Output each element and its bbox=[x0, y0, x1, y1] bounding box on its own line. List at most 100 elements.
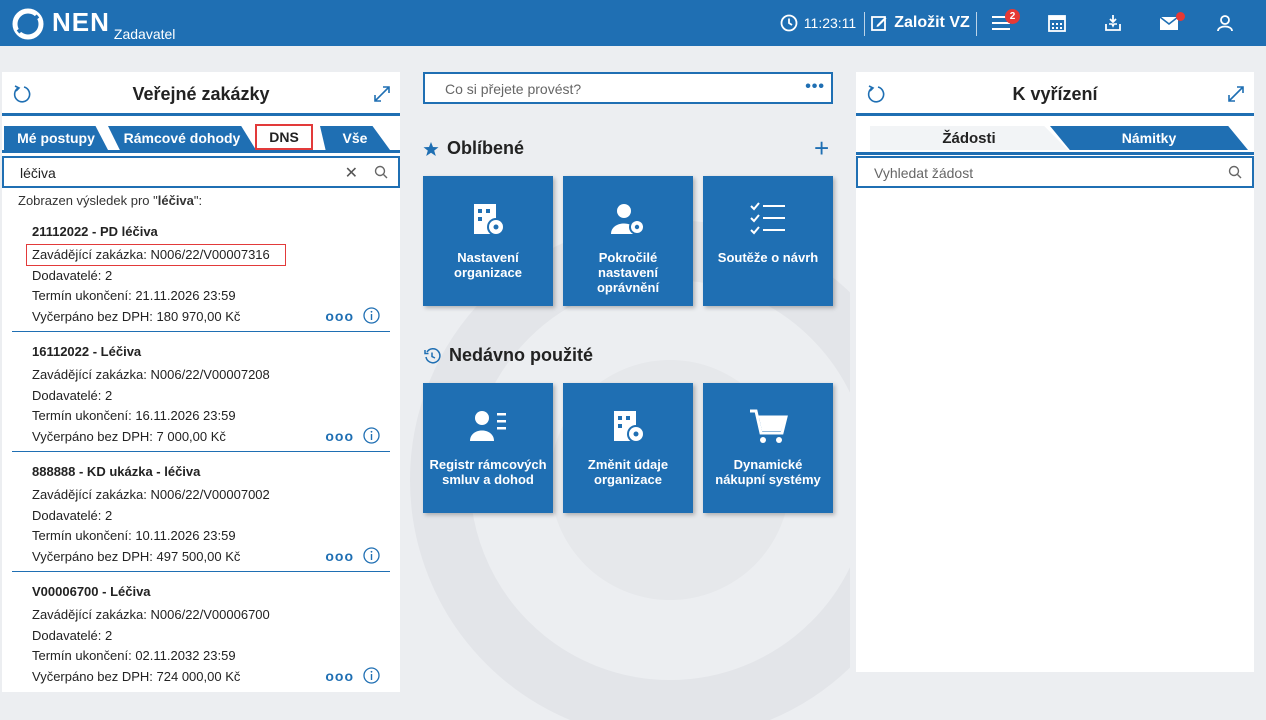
user-list-icon bbox=[470, 411, 506, 441]
recent-heading: Nedávno použité bbox=[423, 345, 593, 366]
star-icon bbox=[423, 141, 439, 156]
user-icon bbox=[1217, 15, 1233, 32]
to-do-panel: K vyřízení Námitky Žádosti Vyhledat žádo… bbox=[856, 72, 1254, 672]
item-spent: Vyčerpáno bez DPH: 7 000,00 Kč bbox=[32, 429, 226, 444]
search-result-term: léčiva bbox=[157, 193, 194, 208]
item-suppliers: Dodavatelé: 2 bbox=[32, 388, 113, 403]
create-vz-button[interactable]: Založit VZ bbox=[868, 0, 972, 46]
user-button[interactable] bbox=[1197, 0, 1253, 46]
logo-text: NEN bbox=[52, 7, 110, 37]
checklist-icon bbox=[750, 202, 785, 235]
more-options-icon[interactable]: ••• bbox=[805, 78, 825, 96]
tile-label: Změnit údaje organizace bbox=[587, 457, 669, 487]
tile-label: Nastavení organizace bbox=[454, 250, 522, 280]
tile-label: Soutěže o návrh bbox=[717, 250, 819, 265]
tab-all[interactable]: Vše bbox=[320, 126, 390, 150]
list-item[interactable]: 21112022 - PD léčiva Zavádějící zakázka:… bbox=[12, 212, 390, 332]
toolbar-divider bbox=[864, 12, 865, 36]
cart-icon bbox=[750, 409, 788, 443]
info-icon[interactable] bbox=[363, 547, 380, 564]
more-options-icon[interactable]: ooo bbox=[325, 428, 354, 444]
search-value: léčiva bbox=[20, 165, 56, 181]
item-end-date: Termín ukončení: 16.11.2026 23:59 bbox=[32, 408, 236, 423]
clear-icon[interactable]: ✕ bbox=[345, 163, 358, 183]
list-item[interactable]: 888888 - KD ukázka - léčiva Zavádějící z… bbox=[12, 452, 390, 572]
list-item[interactable]: 16112022 - Léčiva Zavádějící zakázka: N0… bbox=[12, 332, 390, 452]
tile-advanced-permissions[interactable]: Pokročilé nastavení oprávnění bbox=[563, 176, 693, 306]
public-contracts-panel: Veřejné zakázky Mé postupy Rámcové dohod… bbox=[2, 72, 400, 692]
contract-search-input[interactable]: léčiva ✕ bbox=[2, 156, 400, 188]
info-icon[interactable] bbox=[363, 427, 380, 444]
top-bar: NEN Zadavatel 11:23:11 Založit VZ 2 bbox=[0, 0, 1266, 46]
item-suppliers: Dodavatelé: 2 bbox=[32, 508, 113, 523]
request-search-input[interactable]: Vyhledat žádost bbox=[856, 156, 1254, 188]
list-item[interactable]: V00006700 - Léčiva Zavádějící zakázka: N… bbox=[12, 572, 390, 692]
panel-header: K vyřízení bbox=[856, 72, 1254, 116]
clock-icon bbox=[780, 14, 798, 32]
tile-framework-registry[interactable]: Registr rámcových smluv a dohod bbox=[423, 383, 553, 513]
item-end-date: Termín ukončení: 10.11.2026 23:59 bbox=[32, 528, 236, 543]
tile-label: Dynamické nákupní systémy bbox=[715, 457, 821, 487]
tab-dns[interactable]: DNS bbox=[255, 124, 313, 150]
contract-tabs: Mé postupy Rámcové dohody Vše DNS bbox=[2, 124, 400, 154]
tab-framework-agreements[interactable]: Rámcové dohody bbox=[108, 126, 256, 150]
history-icon bbox=[424, 347, 441, 363]
item-title[interactable]: 21112022 - PD léčiva bbox=[32, 224, 158, 239]
messages-button[interactable] bbox=[1141, 0, 1197, 46]
item-title[interactable]: 888888 - KD ukázka - léčiva bbox=[32, 464, 200, 479]
search-icon[interactable] bbox=[374, 165, 388, 179]
item-suppliers: Dodavatelé: 2 bbox=[32, 268, 113, 283]
user-settings-icon bbox=[611, 204, 645, 235]
tile-organization-settings[interactable]: Nastavení organizace bbox=[423, 176, 553, 306]
command-placeholder: Co si přejete provést? bbox=[445, 81, 582, 97]
expand-icon[interactable] bbox=[1226, 84, 1246, 104]
item-title[interactable]: 16112022 - Léčiva bbox=[32, 344, 141, 359]
panel-title: K vyřízení bbox=[1012, 84, 1098, 104]
highlight-box bbox=[26, 244, 286, 266]
tabs-underline bbox=[856, 152, 1254, 155]
logo-icon bbox=[12, 8, 44, 40]
tile-change-organization[interactable]: Změnit údaje organizace bbox=[563, 383, 693, 513]
calendar-icon bbox=[1048, 15, 1066, 32]
tab-my-procedures[interactable]: Mé postupy bbox=[4, 126, 108, 150]
expand-icon[interactable] bbox=[372, 84, 392, 104]
logo[interactable]: NEN Zadavatel bbox=[12, 6, 175, 42]
tile-label: Pokročilé nastavení oprávnění bbox=[596, 250, 660, 295]
add-favorite-button[interactable]: + bbox=[814, 135, 829, 161]
notification-badge: 2 bbox=[1005, 9, 1020, 24]
organization-settings-icon bbox=[614, 411, 645, 443]
menu-button[interactable]: 2 bbox=[974, 0, 1030, 46]
more-options-icon[interactable]: ooo bbox=[325, 308, 354, 324]
item-lead-contract: Zavádějící zakázka: N006/22/V00007208 bbox=[32, 367, 270, 382]
more-options-icon[interactable]: ooo bbox=[325, 668, 354, 684]
create-vz-label: Založit VZ bbox=[894, 14, 970, 31]
command-input[interactable]: Co si přejete provést? ••• bbox=[423, 72, 833, 104]
item-spent: Vyčerpáno bez DPH: 497 500,00 Kč bbox=[32, 549, 241, 564]
tabs-underline bbox=[2, 150, 400, 153]
contract-list: 21112022 - PD léčiva Zavádějící zakázka:… bbox=[2, 212, 400, 692]
session-clock: 11:23:11 bbox=[778, 0, 858, 46]
item-end-date: Termín ukončení: 02.11.2032 23:59 bbox=[32, 648, 236, 663]
item-end-date: Termín ukončení: 21.11.2026 23:59 bbox=[32, 288, 236, 303]
organization-settings-icon bbox=[474, 204, 505, 236]
info-icon[interactable] bbox=[363, 667, 380, 684]
item-lead-contract: Zavádějící zakázka: N006/22/V00006700 bbox=[32, 607, 270, 622]
tab-objections[interactable]: Námitky bbox=[1050, 126, 1248, 150]
tile-design-contests[interactable]: Soutěže o návrh bbox=[703, 176, 833, 306]
calendar-button[interactable] bbox=[1029, 0, 1085, 46]
item-spent: Vyčerpáno bez DPH: 724 000,00 Kč bbox=[32, 669, 241, 684]
tab-requests[interactable]: Žádosti bbox=[870, 126, 1068, 150]
inbox-button[interactable] bbox=[1085, 0, 1141, 46]
more-options-icon[interactable]: ooo bbox=[325, 548, 354, 564]
info-icon[interactable] bbox=[363, 307, 380, 324]
favorites-heading: Oblíbené bbox=[423, 138, 524, 159]
search-placeholder: Vyhledat žádost bbox=[874, 165, 974, 181]
logo-subtitle: Zadavatel bbox=[113, 26, 176, 42]
search-icon[interactable] bbox=[1228, 165, 1242, 179]
panel-header: Veřejné zakázky bbox=[2, 72, 400, 116]
item-spent: Vyčerpáno bez DPH: 180 970,00 Kč bbox=[32, 309, 241, 324]
tile-dynamic-purchasing[interactable]: Dynamické nákupní systémy bbox=[703, 383, 833, 513]
item-title[interactable]: V00006700 - Léčiva bbox=[32, 584, 151, 599]
tile-label: Registr rámcových smluv a dohod bbox=[429, 457, 547, 487]
request-tabs: Námitky Žádosti bbox=[870, 126, 1250, 154]
